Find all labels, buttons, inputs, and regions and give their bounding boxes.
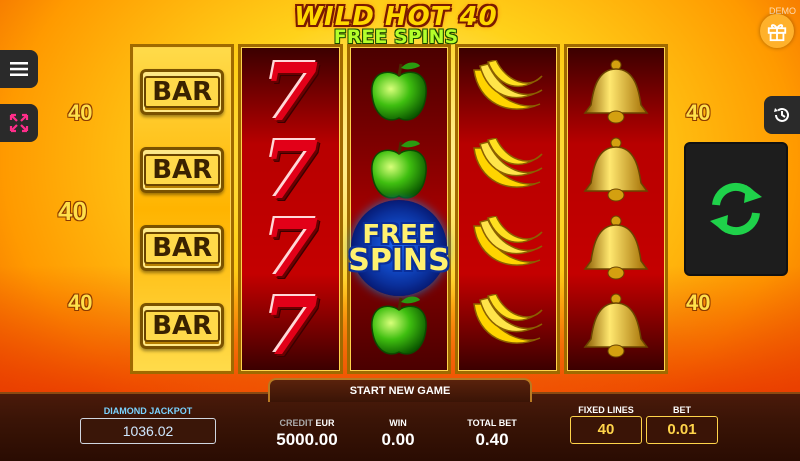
bar-symbol-text: BAR — [144, 76, 221, 108]
fixed-lines-value: 40 — [570, 416, 642, 444]
refresh-spin-icon — [710, 182, 762, 236]
banana-symbol — [463, 133, 551, 207]
banana-symbol — [463, 211, 551, 285]
seven-symbol: 7 — [262, 123, 319, 217]
total-bet-label: TOTAL BET — [467, 418, 517, 428]
apple-icon — [371, 296, 427, 355]
start-new-game-button[interactable]: START NEW GAME — [268, 378, 532, 402]
apple-symbol — [355, 133, 443, 207]
reel-1: BAR BAR BAR BAR — [130, 44, 235, 374]
win-value: 0.00 — [381, 430, 415, 449]
bet-label: BET — [673, 405, 691, 415]
bar-symbol: BAR — [138, 211, 226, 285]
bar-symbol: BAR — [138, 55, 226, 129]
bar-symbol: BAR — [138, 289, 226, 363]
bell-icon — [583, 59, 649, 124]
game-logo: WILD HOT 40 FREE SPINS — [286, 4, 506, 47]
payline-number: 40 — [68, 290, 93, 315]
payline-number: 40 — [686, 100, 711, 125]
apple-icon — [371, 140, 427, 199]
payline-number: 40 — [686, 290, 711, 315]
apple-symbol — [355, 289, 443, 363]
banana-icon — [473, 60, 543, 110]
seven-symbol: 7 — [262, 45, 319, 139]
bell-symbol — [572, 289, 660, 363]
gift-button[interactable] — [760, 14, 794, 48]
currency-label: EUR — [315, 418, 335, 428]
bell-icon — [583, 215, 649, 280]
payline-number: 40 — [58, 196, 87, 226]
bar-symbol-text: BAR — [144, 310, 221, 342]
gift-icon — [767, 24, 787, 42]
reel-4 — [455, 44, 560, 374]
reel-5 — [563, 44, 669, 374]
apple-symbol — [355, 55, 443, 129]
reel-3: FREE SPINS — [346, 44, 452, 374]
history-icon — [774, 107, 789, 122]
win-label: WIN — [389, 418, 407, 428]
free-spins-badge: FREE SPINS — [348, 200, 450, 296]
credit-label: CREDIT — [279, 418, 313, 428]
menu-icon — [10, 62, 28, 76]
fullscreen-button[interactable] — [0, 104, 38, 142]
reels-area: BAR BAR BAR BAR 7 7 7 7 FREE SPINS — [128, 42, 670, 376]
credit-value: 5000.00 — [276, 430, 338, 449]
banana-icon — [473, 294, 543, 344]
total-bet-value: 0.40 — [475, 430, 509, 449]
fixed-lines-label: FIXED LINES — [578, 405, 634, 415]
bell-icon — [583, 137, 649, 202]
free-spins-line2: SPINS — [348, 243, 450, 278]
reel-2: 7 7 7 7 — [238, 44, 343, 374]
seven-symbol: 7 — [262, 279, 319, 373]
banana-symbol — [463, 55, 551, 129]
bell-symbol — [572, 211, 660, 285]
diamond-jackpot-value: 1036.02 — [80, 418, 216, 444]
bet-selector[interactable]: 0.01 — [646, 416, 718, 444]
bell-symbol — [572, 133, 660, 207]
banana-icon — [473, 216, 543, 266]
free-spins-symbol: FREE SPINS — [348, 200, 450, 296]
bell-symbol — [572, 55, 660, 129]
fullscreen-icon — [9, 113, 29, 133]
apple-icon — [371, 62, 427, 121]
spin-button[interactable] — [684, 142, 788, 276]
history-button[interactable] — [764, 96, 800, 134]
bell-icon — [583, 293, 649, 358]
bar-symbol: BAR — [138, 133, 226, 207]
banana-icon — [473, 138, 543, 188]
payline-number: 40 — [68, 100, 93, 125]
bar-symbol-text: BAR — [144, 232, 221, 264]
bar-symbol-text: BAR — [144, 154, 221, 186]
banana-symbol — [463, 289, 551, 363]
seven-symbol: 7 — [262, 201, 319, 295]
menu-button[interactable] — [0, 50, 38, 88]
credit-label-group: CREDIT EUR — [262, 418, 352, 428]
diamond-jackpot-label: DIAMOND JACKPOT — [103, 406, 193, 416]
